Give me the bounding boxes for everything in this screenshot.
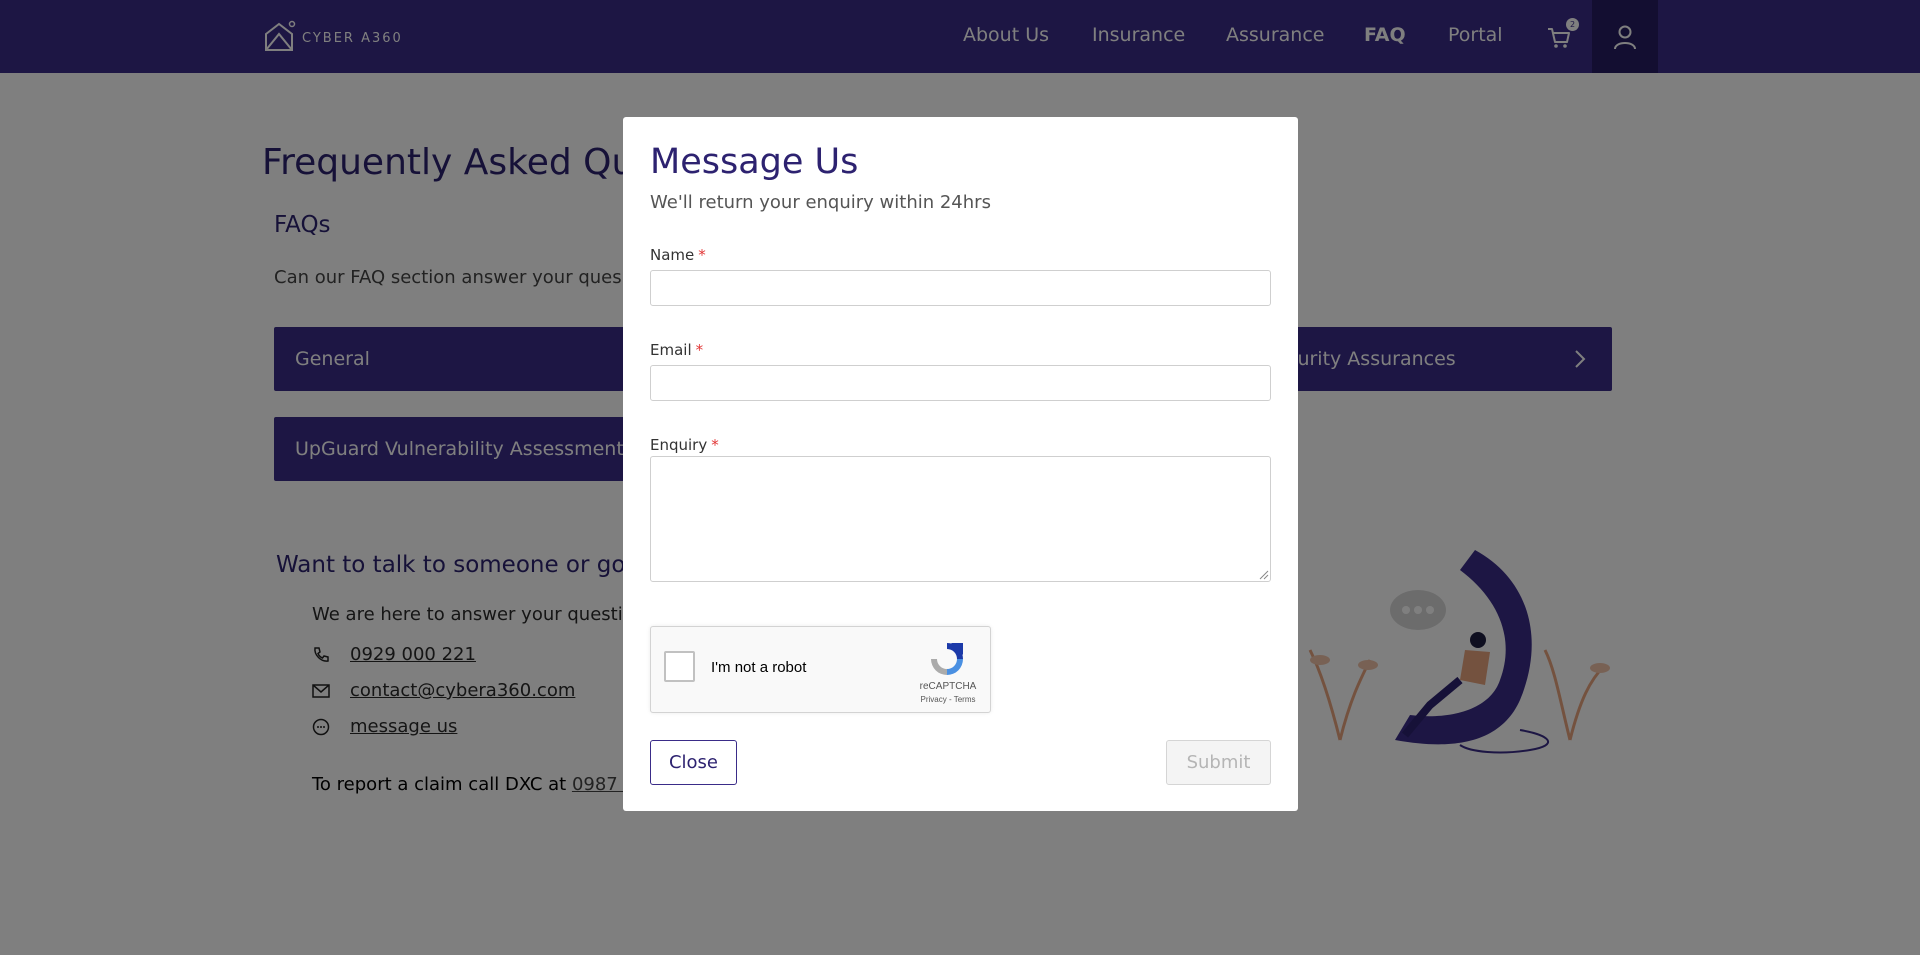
- modal-title: Message Us: [650, 142, 859, 182]
- recaptcha-widget: I'm not a robot reCAPTCHA Privacy - Term…: [650, 626, 991, 713]
- recaptcha-checkbox[interactable]: [664, 651, 695, 682]
- email-label: Email *: [650, 341, 703, 359]
- enquiry-textarea[interactable]: [650, 456, 1271, 582]
- name-label-text: Name: [650, 246, 695, 264]
- required-mark: *: [695, 341, 704, 359]
- modal-subtitle: We'll return your enquiry within 24hrs: [650, 192, 991, 213]
- required-mark: *: [711, 436, 719, 454]
- enquiry-label: Enquiry *: [650, 436, 719, 454]
- recaptcha-logo-icon: [931, 643, 963, 675]
- required-mark: *: [698, 246, 706, 264]
- recaptcha-brand: reCAPTCHA: [919, 681, 977, 692]
- close-button[interactable]: Close: [650, 740, 737, 785]
- name-input[interactable]: [650, 270, 1271, 306]
- resize-handle-icon[interactable]: [1258, 569, 1269, 580]
- email-label-text: Email: [650, 341, 692, 359]
- submit-button[interactable]: Submit: [1166, 740, 1271, 785]
- enquiry-label-text: Enquiry: [650, 436, 708, 454]
- email-input[interactable]: [650, 365, 1271, 401]
- recaptcha-privacy-terms[interactable]: Privacy - Terms: [913, 695, 983, 704]
- message-us-modal: Message Us We'll return your enquiry wit…: [623, 117, 1298, 811]
- recaptcha-label: I'm not a robot: [711, 659, 807, 676]
- name-label: Name *: [650, 246, 706, 264]
